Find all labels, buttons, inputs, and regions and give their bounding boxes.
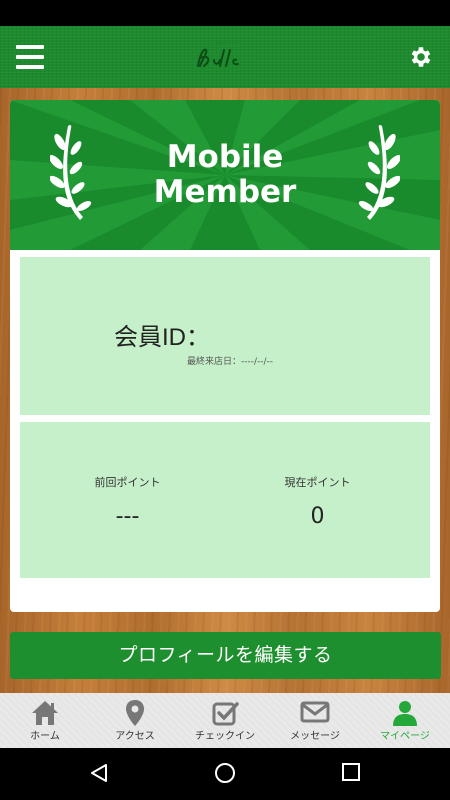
tab-home[interactable]: ホーム (0, 693, 90, 748)
hamburger-menu-icon[interactable] (16, 45, 44, 69)
mobile-member-banner: Mobile Member (10, 100, 440, 250)
tab-access-label: アクセス (115, 731, 155, 742)
tab-checkin-label: チェックイン (195, 731, 255, 742)
current-points-value: 0 (310, 504, 325, 529)
current-points-label: 現在ポイント (284, 476, 351, 489)
user-icon (393, 701, 417, 726)
tab-mypage-label: マイページ (380, 731, 430, 742)
status-bar (0, 0, 450, 26)
tab-mypage[interactable]: マイページ (360, 693, 450, 748)
current-points: 現在ポイント 0 (215, 474, 420, 529)
last-visit-date: 最終来店日：----/--/-- (186, 357, 274, 367)
laurel-right-icon (358, 124, 400, 220)
tab-message[interactable]: メッセージ (270, 693, 360, 748)
tab-message-label: メッセージ (290, 731, 340, 742)
gear-icon[interactable] (408, 44, 434, 70)
home-icon (32, 701, 58, 725)
previous-points-label: 前回ポイント (94, 476, 161, 489)
tab-home-label: ホーム (30, 731, 60, 742)
bottom-tab-bar: ホーム アクセス チェックイン メッセージ マイページ (0, 693, 450, 748)
member-id-panel: 会員ID： 最終来店日：----/--/-- (20, 257, 430, 415)
mail-icon (300, 701, 330, 723)
checkbox-icon (212, 702, 239, 726)
recents-icon[interactable] (341, 762, 361, 782)
back-icon[interactable] (88, 762, 110, 784)
svg-text:· · · · · · · ·: · · · · · · · · (213, 40, 237, 46)
brand-logo: · · · · · · · · (197, 40, 239, 67)
edit-profile-button[interactable]: プロフィールを編集する (10, 632, 441, 679)
android-nav-bar (0, 748, 450, 800)
member-card: Mobile Member 会員ID： 最終来店日：----/--/-- 前回ポ… (10, 100, 440, 612)
map-pin-icon (126, 700, 144, 726)
home-circle-icon[interactable] (214, 762, 236, 784)
member-id-label: 会員ID： (114, 324, 210, 351)
previous-points: 前回ポイント --- (25, 474, 230, 529)
tab-access[interactable]: アクセス (90, 693, 180, 748)
tab-checkin[interactable]: チェックイン (180, 693, 270, 748)
app-bar: · · · · · · · · (0, 26, 450, 88)
points-panel: 前回ポイント --- 現在ポイント 0 (20, 422, 430, 578)
previous-points-value: --- (115, 504, 140, 529)
